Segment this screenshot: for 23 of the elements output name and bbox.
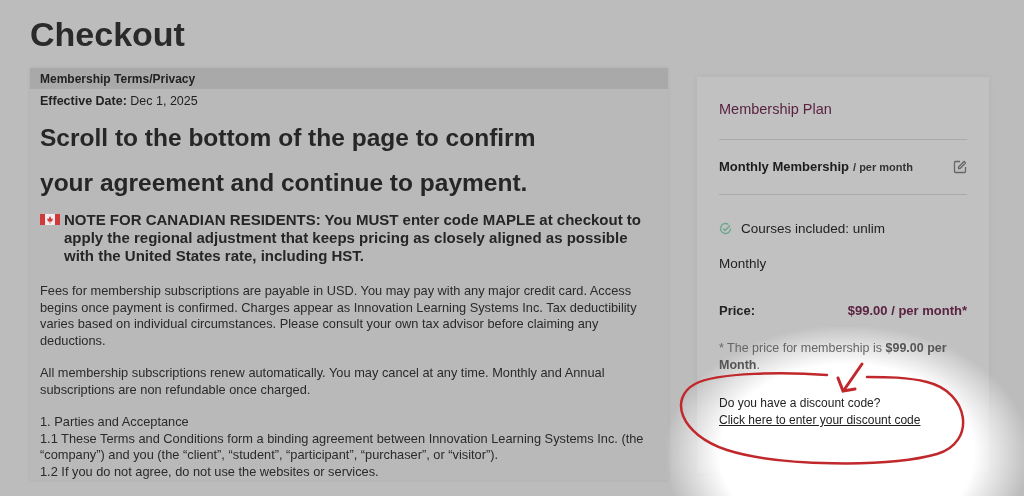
scroll-instruction-heading: Scroll to the bottom of the page to confirm your agreement and continue to payment. bbox=[40, 123, 537, 198]
canadian-notice: NOTE FOR CANADIAN RESIDENTS: You MUST enter code MAPLE at checkout to apply the regional adjustment that keeps pricing as closely aligned as possible with the United States rate, including HST. bbox=[64, 211, 642, 265]
plan-period: / per month bbox=[853, 160, 913, 173]
price-value: $99.00 / per month* bbox=[847, 303, 967, 318]
edit-icon[interactable] bbox=[953, 159, 967, 174]
terms-paragraph: Fees for membership subscriptions are payable in USD. You may pay with any major credit card. Access begins once payment is confirmed. Charges appear as Innovation Learning Systems Inc. Tax deductibility varies based on individual circumstances. Please consult your own tax advisor before claiming any deductions. bbox=[40, 283, 638, 349]
feature-text: Courses included: unlim bbox=[741, 221, 886, 236]
billing-period: Monthly bbox=[719, 256, 768, 271]
price-note: * The price for membership is $99.00 per Month. bbox=[719, 340, 948, 374]
terms-header: Membership Terms/Privacy bbox=[30, 68, 668, 89]
terms-clause: 1.1 These Terms and Conditions form a binding agreement between Innovation Learning Systems Inc. (the “company”) and you (the “client”, “student”, “participant”, “purchaser”, or “visitor”). bbox=[40, 430, 645, 464]
discount-link[interactable]: Click here to enter your discount code bbox=[719, 413, 921, 427]
terms-paragraph: All membership subscriptions renew automatically. You may cancel at any time. Monthly and Annual subscriptions are non refundable once charged. bbox=[40, 365, 606, 398]
plan-title: Membership Plan bbox=[719, 77, 967, 140]
plan-name: Monthly Membership bbox=[719, 159, 849, 174]
price-label: Price: bbox=[719, 303, 756, 318]
flag-icon bbox=[40, 214, 60, 225]
discount-question: Do you have a discount code? bbox=[719, 396, 882, 410]
page-title: Checkout bbox=[30, 14, 186, 55]
section-heading: 1. Parties and Acceptance bbox=[40, 414, 190, 431]
effective-date: Effective Date: Dec 1, 2025 bbox=[40, 94, 199, 108]
terms-clause: 1.2 If you do not agree, do not use the websites or services. bbox=[40, 463, 380, 480]
annotation-arrow bbox=[836, 362, 864, 393]
